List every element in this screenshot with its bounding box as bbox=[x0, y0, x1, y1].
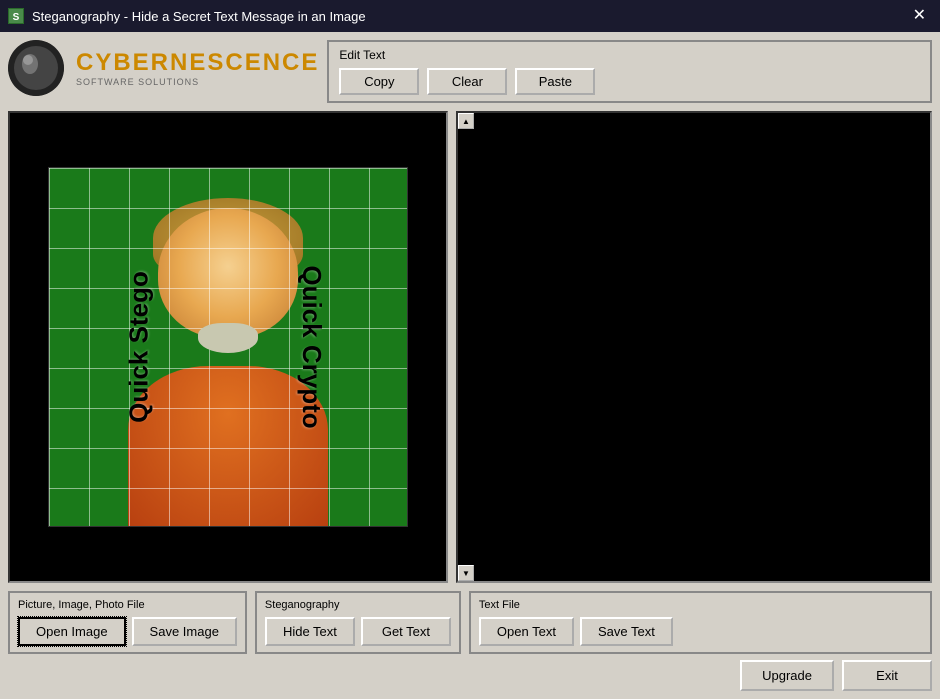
close-button[interactable]: ✕ bbox=[907, 6, 932, 26]
person-hair bbox=[153, 198, 303, 278]
stego-panel: Steganography Hide Text Get Text bbox=[255, 591, 461, 654]
stego-panel-label: Steganography bbox=[265, 599, 451, 611]
person-collar bbox=[198, 323, 258, 353]
bottom-section: Picture, Image, Photo File Open Image Sa… bbox=[8, 591, 932, 691]
exit-button[interactable]: Exit bbox=[842, 660, 932, 691]
save-image-button[interactable]: Save Image bbox=[132, 617, 237, 646]
open-image-button[interactable]: Open Image bbox=[18, 617, 126, 646]
title-bar: S Steganography - Hide a Secret Text Mes… bbox=[0, 0, 940, 32]
scrollbar-down[interactable]: ▼ bbox=[458, 565, 474, 581]
edit-text-panel: Edit Text Copy Clear Paste bbox=[327, 40, 932, 103]
picture-panel-label: Picture, Image, Photo File bbox=[18, 599, 237, 611]
open-text-button[interactable]: Open Text bbox=[479, 617, 574, 646]
edit-text-buttons: Copy Clear Paste bbox=[339, 68, 920, 95]
edit-text-label: Edit Text bbox=[339, 48, 920, 62]
clear-button[interactable]: Clear bbox=[427, 68, 507, 95]
top-section: CYBERNESCENCE SOFTWARE SOLUTIONS Edit Te… bbox=[8, 40, 932, 103]
upgrade-button[interactable]: Upgrade bbox=[740, 660, 834, 691]
watermark-left: Quick Stego bbox=[123, 271, 154, 423]
stego-panel-buttons: Hide Text Get Text bbox=[265, 617, 451, 646]
logo-text-block: CYBERNESCENCE SOFTWARE SOLUTIONS bbox=[76, 49, 319, 87]
logo-icon bbox=[8, 40, 64, 96]
text-content-area[interactable] bbox=[458, 129, 930, 565]
paste-button[interactable]: Paste bbox=[515, 68, 595, 95]
text-file-panel-label: Text File bbox=[479, 599, 922, 611]
upgrade-exit-row: Upgrade Exit bbox=[740, 660, 932, 691]
watermark-right: Quick Crypto bbox=[296, 265, 327, 428]
text-file-panel-buttons: Open Text Save Text bbox=[479, 617, 922, 646]
svg-text:S: S bbox=[13, 12, 20, 23]
window-content: CYBERNESCENCE SOFTWARE SOLUTIONS Edit Te… bbox=[0, 32, 940, 699]
save-text-button[interactable]: Save Text bbox=[580, 617, 673, 646]
hide-text-button[interactable]: Hide Text bbox=[265, 617, 355, 646]
logo-area: CYBERNESCENCE SOFTWARE SOLUTIONS bbox=[8, 40, 319, 96]
bottom-right: Text File Open Text Save Text Upgrade Ex… bbox=[469, 591, 932, 691]
logo-title: CYBERNESCENCE bbox=[76, 49, 319, 77]
middle-section: Quick Stego Quick Crypto ▲ ▼ bbox=[8, 111, 932, 583]
title-bar-left: S Steganography - Hide a Secret Text Mes… bbox=[8, 8, 366, 24]
text-area-frame[interactable]: ▲ ▼ bbox=[456, 111, 932, 583]
image-frame: Quick Stego Quick Crypto bbox=[8, 111, 448, 583]
stego-image: Quick Stego Quick Crypto bbox=[48, 167, 408, 527]
person-head bbox=[158, 208, 298, 338]
get-text-button[interactable]: Get Text bbox=[361, 617, 451, 646]
logo-subtitle: SOFTWARE SOLUTIONS bbox=[76, 77, 319, 87]
window-title: Steganography - Hide a Secret Text Messa… bbox=[32, 9, 366, 24]
picture-panel-buttons: Open Image Save Image bbox=[18, 617, 237, 646]
copy-button[interactable]: Copy bbox=[339, 68, 419, 95]
text-file-panel: Text File Open Text Save Text bbox=[469, 591, 932, 654]
app-icon: S bbox=[8, 8, 24, 24]
scrollbar-up[interactable]: ▲ bbox=[458, 113, 474, 129]
picture-panel: Picture, Image, Photo File Open Image Sa… bbox=[8, 591, 247, 654]
